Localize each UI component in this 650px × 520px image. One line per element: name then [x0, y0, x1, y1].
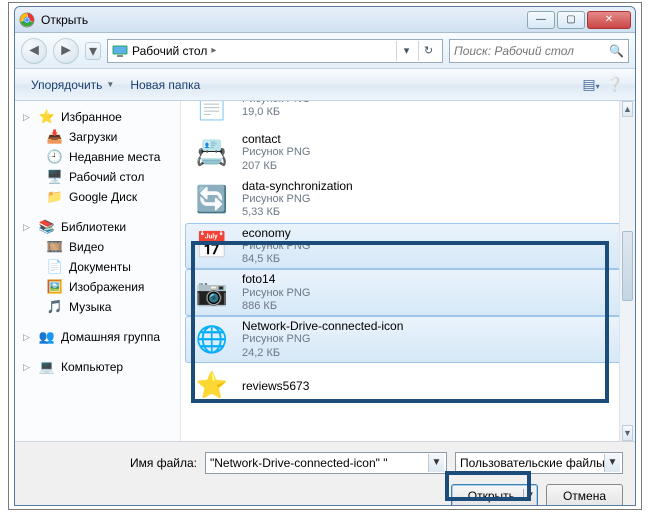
file-name: economy: [242, 226, 310, 240]
minimize-button[interactable]: —: [527, 11, 555, 29]
file-row[interactable]: 📄Рисунок PNG19,0 КБ: [185, 101, 625, 129]
chevron-right-icon[interactable]: ▸: [211, 45, 216, 56]
music-icon: 🎵: [47, 299, 63, 315]
file-size: 5,33 КБ: [242, 206, 353, 219]
file-type: Рисунок PNG: [242, 333, 403, 346]
help-button[interactable]: ❔: [603, 76, 627, 93]
file-type: Рисунок PNG: [242, 146, 310, 159]
forward-button[interactable]: ►: [53, 38, 79, 64]
chrome-icon: [19, 12, 35, 28]
file-thumb-icon: 📄: [192, 101, 232, 126]
sidebar-item-pictures[interactable]: 🖼️Изображения: [15, 277, 180, 297]
sidebar-item-music[interactable]: 🎵Музыка: [15, 297, 180, 317]
sidebar-item-gdrive[interactable]: 📁Google Диск: [15, 187, 180, 207]
search-input[interactable]: [454, 44, 607, 58]
file-thumb-icon: ⭐: [192, 366, 232, 406]
file-size: 19,0 КБ: [242, 106, 310, 119]
sidebar-libraries[interactable]: ▷📚Библиотеки: [15, 217, 180, 237]
close-button[interactable]: ✕: [587, 11, 631, 29]
new-folder-button[interactable]: Новая папка: [122, 74, 208, 96]
navbar: ◄ ► ▾ Рабочий стол ▸ ▾ ↻ 🔍: [15, 33, 635, 69]
address-segment: Рабочий стол: [132, 44, 207, 58]
video-icon: 🎞️: [47, 239, 63, 255]
file-thumb-icon: 📅: [192, 226, 232, 266]
pictures-icon: 🖼️: [47, 279, 63, 295]
sidebar-item-recent[interactable]: 🕘Недавние места: [15, 147, 180, 167]
file-thumb-icon: 🔄: [192, 179, 232, 219]
sidebar-item-video[interactable]: 🎞️Видео: [15, 237, 180, 257]
file-name: data-synchronization: [242, 179, 353, 193]
star-icon: ⭐: [39, 109, 55, 125]
file-row[interactable]: 📇 contactРисунок PNG207 КБ: [185, 129, 625, 176]
sidebar-homegroup[interactable]: ▷👥Домашняя группа: [15, 327, 180, 347]
sidebar-item-documents[interactable]: 📄Документы: [15, 257, 180, 277]
toolbar: Упорядочить▼ Новая папка ▤▾ ❔: [15, 69, 635, 101]
file-size: 24,2 КБ: [242, 347, 403, 360]
organize-button[interactable]: Упорядочить▼: [23, 74, 122, 96]
file-row[interactable]: 📅 economyРисунок PNG84,5 КБ: [185, 223, 625, 270]
cancel-button[interactable]: Отмена: [546, 484, 623, 506]
filename-label: Имя файла:: [27, 456, 197, 470]
filter-value: Пользовательские файлы: [460, 456, 605, 470]
file-type: Рисунок PNG: [242, 287, 310, 300]
file-thumb-icon: 🌐: [192, 319, 232, 359]
refresh-button[interactable]: ↻: [418, 41, 438, 61]
sidebar-item-downloads[interactable]: 📥Загрузки: [15, 127, 180, 147]
sidebar: ▷⭐Избранное 📥Загрузки 🕘Недавние места 🖥️…: [15, 101, 181, 441]
open-button[interactable]: Открыть: [451, 484, 538, 506]
file-row[interactable]: ⭐ reviews5673: [185, 363, 625, 409]
downloads-icon: 📥: [47, 129, 63, 145]
window-title: Открыть: [41, 13, 527, 27]
file-thumb-icon: 📇: [192, 132, 232, 172]
file-size: 207 КБ: [242, 160, 310, 173]
sidebar-favorites[interactable]: ▷⭐Избранное: [15, 107, 180, 127]
maximize-button[interactable]: ▢: [557, 11, 585, 29]
file-type: Рисунок PNG: [242, 240, 310, 253]
file-size: 84,5 КБ: [242, 253, 310, 266]
gdrive-icon: 📁: [47, 189, 63, 205]
chevron-down-icon[interactable]: ▼: [428, 454, 444, 472]
file-row[interactable]: 🔄 data-synchronizationРисунок PNG5,33 КБ: [185, 176, 625, 223]
recent-icon: 🕘: [47, 149, 63, 165]
libraries-icon: 📚: [39, 219, 55, 235]
file-type: Рисунок PNG: [242, 193, 353, 206]
scroll-thumb[interactable]: [622, 231, 633, 301]
scroll-down-icon[interactable]: ▼: [622, 425, 633, 441]
view-button[interactable]: ▤▾: [579, 76, 603, 93]
filename-combo[interactable]: "Network-Drive-connected-icon" " ▼: [205, 452, 447, 474]
filter-combo[interactable]: Пользовательские файлы ▼: [455, 452, 623, 474]
computer-icon: 💻: [39, 359, 55, 375]
search-box[interactable]: 🔍: [449, 39, 629, 63]
file-size: 886 КБ: [242, 300, 310, 313]
address-dropdown[interactable]: ▾: [396, 41, 416, 61]
scroll-up-icon[interactable]: ▲: [622, 101, 633, 117]
desktop-icon: [112, 43, 128, 59]
footer: Имя файла: "Network-Drive-connected-icon…: [15, 441, 635, 506]
file-name: Network-Drive-connected-icon: [242, 319, 403, 333]
file-name: reviews5673: [242, 379, 309, 393]
file-list[interactable]: 📄Рисунок PNG19,0 КБ📇contactРисунок PNG20…: [181, 101, 635, 441]
scrollbar[interactable]: ▲ ▼: [619, 101, 635, 441]
sidebar-item-desktop[interactable]: 🖥️Рабочий стол: [15, 167, 180, 187]
search-icon: 🔍: [609, 44, 624, 58]
back-button[interactable]: ◄: [21, 38, 47, 64]
file-row[interactable]: 📷 foto14Рисунок PNG886 КБ: [185, 269, 625, 316]
homegroup-icon: 👥: [39, 329, 55, 345]
recent-button[interactable]: ▾: [85, 42, 101, 60]
chevron-down-icon[interactable]: ▼: [604, 454, 620, 472]
file-row[interactable]: 🌐 Network-Drive-connected-iconРисунок PNG…: [185, 316, 625, 363]
titlebar: Открыть — ▢ ✕: [15, 7, 635, 33]
file-name: contact: [242, 132, 310, 146]
desktop-icon: 🖥️: [47, 169, 63, 185]
file-name: foto14: [242, 272, 310, 286]
address-bar[interactable]: Рабочий стол ▸ ▾ ↻: [107, 39, 443, 63]
filename-value: "Network-Drive-connected-icon" ": [210, 456, 388, 470]
chevron-down-icon: ▼: [106, 80, 114, 89]
file-thumb-icon: 📷: [192, 273, 232, 313]
documents-icon: 📄: [47, 259, 63, 275]
open-dialog: Открыть — ▢ ✕ ◄ ► ▾ Рабочий стол ▸ ▾ ↻ 🔍…: [14, 6, 636, 506]
sidebar-computer[interactable]: ▷💻Компьютер: [15, 357, 180, 377]
